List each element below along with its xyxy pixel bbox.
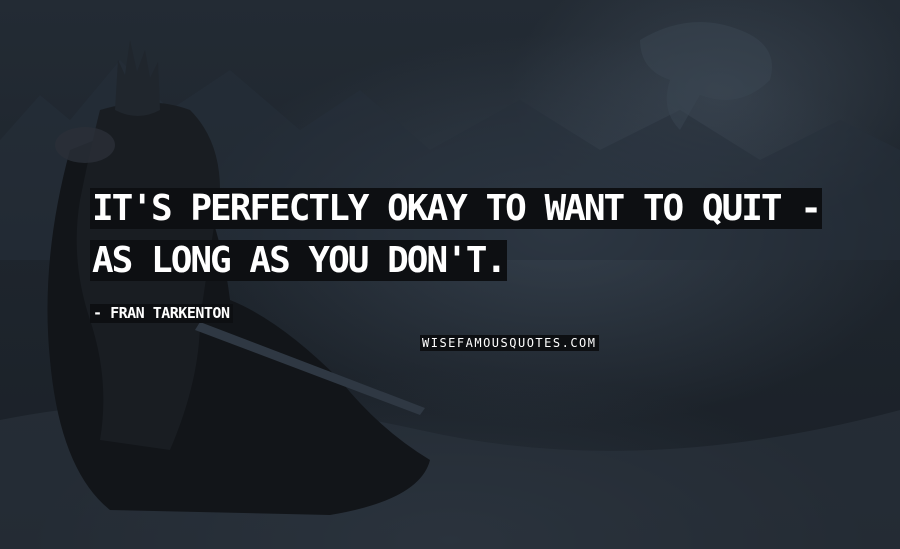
- shoulder-armor: [55, 127, 115, 163]
- site-watermark: WISEFAMOUSQUOTES.COM: [420, 335, 599, 351]
- quote-author: - FRAN TARKENTON: [90, 304, 233, 323]
- quote-text-block: IT'S PERFECTLY OKAY TO WANT TO QUIT - AS…: [90, 183, 830, 287]
- quote-text: IT'S PERFECTLY OKAY TO WANT TO QUIT - AS…: [90, 188, 822, 281]
- dragon-silhouette: [640, 22, 772, 130]
- knight-helmet: [115, 40, 160, 116]
- author-name: FRAN TARKENTON: [110, 304, 230, 322]
- quote-card: IT'S PERFECTLY OKAY TO WANT TO QUIT - AS…: [0, 0, 900, 549]
- author-dash: -: [93, 304, 102, 322]
